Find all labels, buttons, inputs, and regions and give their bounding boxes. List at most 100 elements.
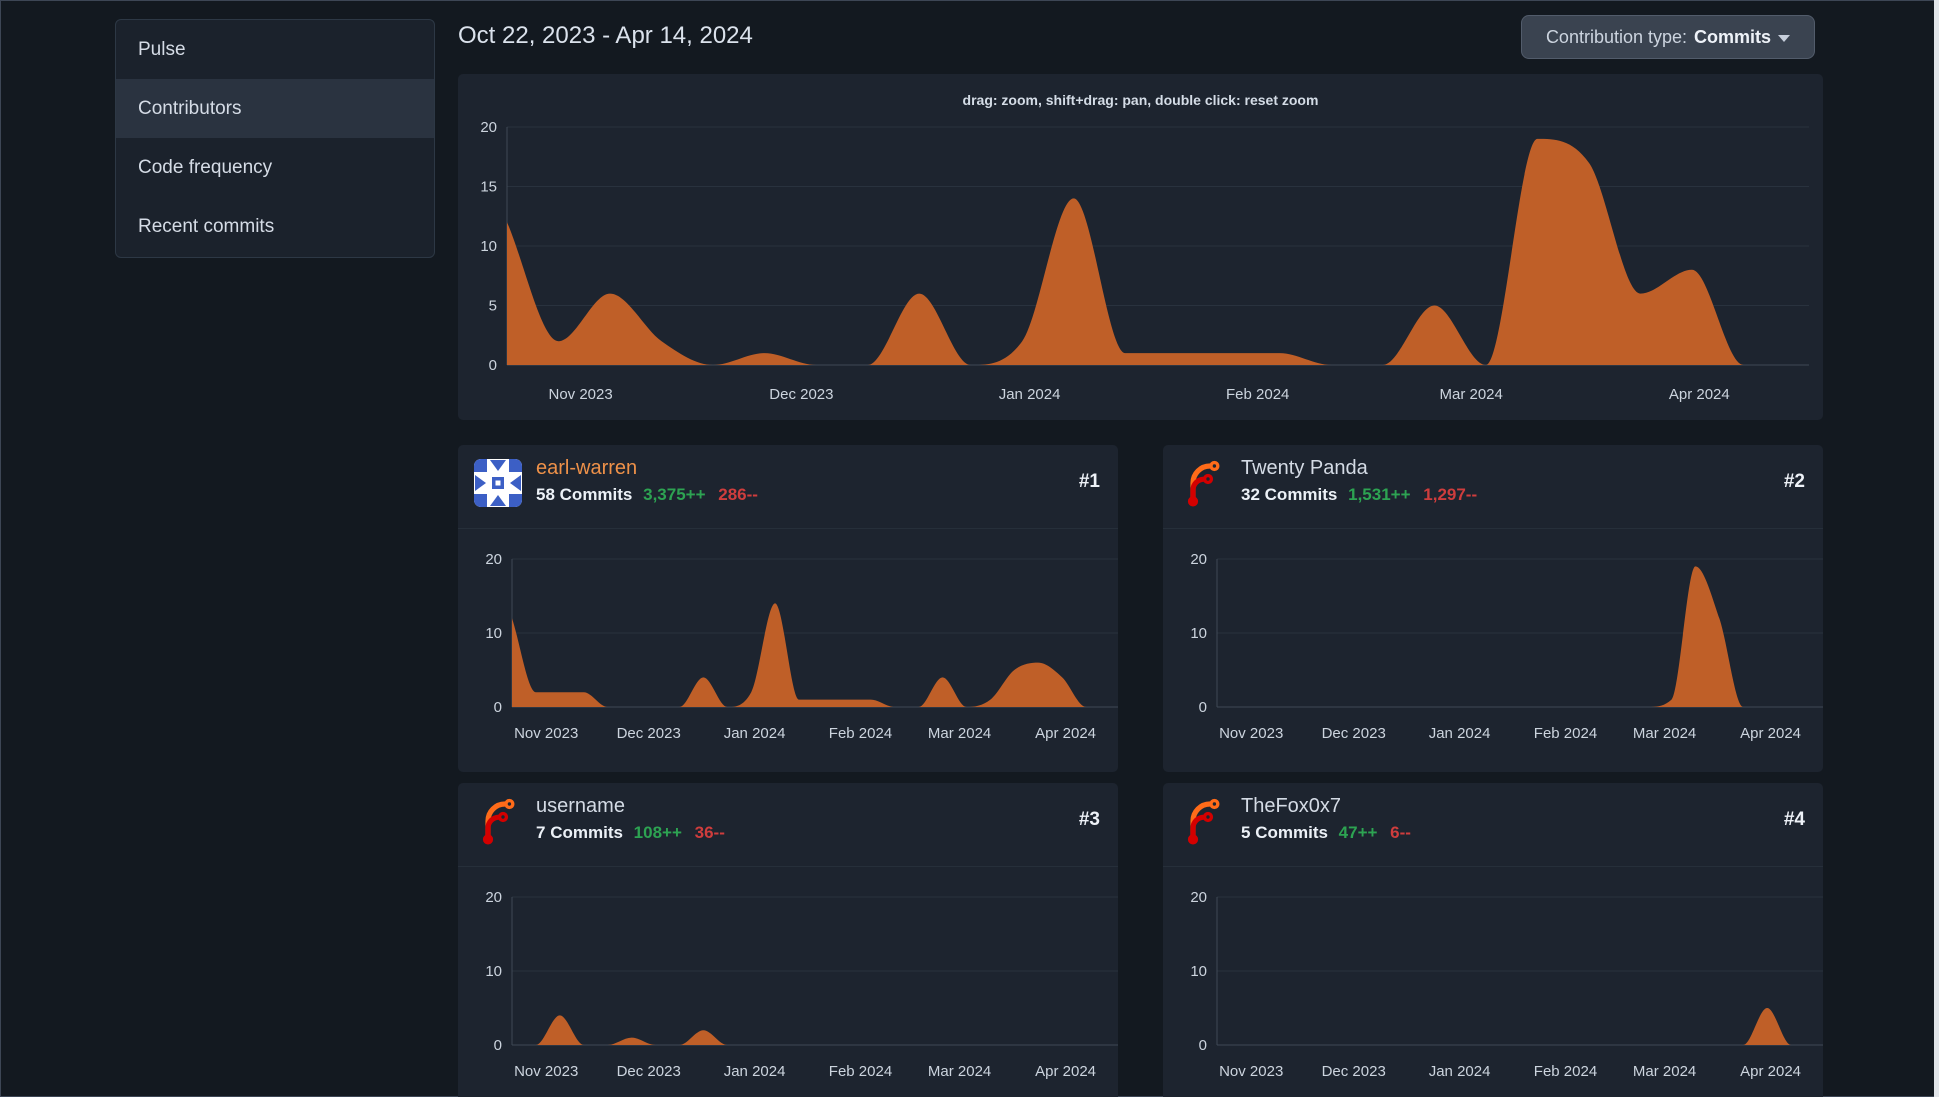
contributor-name[interactable]: earl-warren bbox=[536, 457, 637, 480]
svg-text:Dec 2023: Dec 2023 bbox=[617, 1063, 681, 1080]
repo-activity-sidebar: Pulse Contributors Code frequency Recent… bbox=[115, 19, 435, 258]
forgejo-logo-avatar bbox=[1187, 460, 1220, 507]
svg-text:Nov 2023: Nov 2023 bbox=[548, 386, 612, 403]
additions: 47++ bbox=[1338, 823, 1378, 842]
contribution-type-dropdown[interactable]: Contribution type: Commits bbox=[1521, 15, 1815, 59]
svg-text:Dec 2023: Dec 2023 bbox=[1322, 725, 1386, 742]
svg-text:Mar 2024: Mar 2024 bbox=[1633, 725, 1696, 742]
svg-text:5: 5 bbox=[489, 298, 497, 315]
deletions: 286-- bbox=[718, 485, 758, 504]
contributor-card-header: Twenty Panda 32 Commits 1,531++ 1,297-- … bbox=[1163, 445, 1823, 529]
contributor-rank: #4 bbox=[1783, 809, 1805, 830]
svg-text:Nov 2023: Nov 2023 bbox=[1219, 1063, 1283, 1080]
svg-text:Jan 2024: Jan 2024 bbox=[724, 1063, 786, 1080]
commit-count: 7 bbox=[536, 823, 546, 842]
svg-text:0: 0 bbox=[494, 1037, 502, 1054]
svg-text:20: 20 bbox=[485, 889, 502, 906]
svg-text:Dec 2023: Dec 2023 bbox=[769, 386, 833, 403]
svg-text:Nov 2023: Nov 2023 bbox=[514, 1063, 578, 1080]
contributor-name[interactable]: TheFox0x7 bbox=[1241, 795, 1341, 818]
contributor-chart-2[interactable]: 0 10 20 Nov 2023 Dec 2023 Jan 2024 Feb 2024 Mar… bbox=[1163, 541, 1823, 772]
svg-text:Feb 2024: Feb 2024 bbox=[829, 725, 892, 742]
svg-text:Dec 2023: Dec 2023 bbox=[617, 725, 681, 742]
contributor-name[interactable]: Twenty Panda bbox=[1241, 457, 1368, 480]
svg-text:Apr 2024: Apr 2024 bbox=[1740, 1063, 1801, 1080]
forgejo-logo-avatar bbox=[1187, 798, 1220, 845]
sidebar-item-code-frequency[interactable]: Code frequency bbox=[116, 138, 434, 197]
contributors-page: { "sidebar": { "items": [ { "label": "Pu… bbox=[0, 0, 1939, 1097]
contributor-card-4: TheFox0x7 5 Commits 47++ 6-- #4 0 10 20 Nov… bbox=[1163, 783, 1823, 1097]
commits-word: Commits bbox=[559, 485, 633, 504]
additions: 3,375++ bbox=[643, 485, 706, 504]
contributor-stats: 32 Commits 1,531++ 1,297-- bbox=[1241, 485, 1477, 505]
avatar bbox=[474, 459, 522, 507]
svg-text:0: 0 bbox=[489, 357, 497, 374]
commit-count: 32 bbox=[1241, 485, 1260, 504]
contributor-card-header: earl-warren 58 Commits 3,375++ 286-- #1 bbox=[458, 445, 1118, 529]
svg-text:Feb 2024: Feb 2024 bbox=[829, 1063, 892, 1080]
deletions: 6-- bbox=[1390, 823, 1411, 842]
deletions: 1,297-- bbox=[1423, 485, 1478, 504]
contribution-type-value: Commits bbox=[1694, 26, 1772, 47]
contributor-chart-3[interactable]: 0 10 20 Nov 2023 Dec 2023 Jan 2024 Feb 2024 Mar… bbox=[458, 879, 1118, 1097]
forgejo-logo-avatar bbox=[482, 798, 515, 845]
svg-text:0: 0 bbox=[1199, 1037, 1207, 1054]
commits-word: Commits bbox=[1255, 823, 1328, 842]
svg-text:15: 15 bbox=[480, 179, 497, 196]
svg-text:Jan 2024: Jan 2024 bbox=[724, 725, 786, 742]
contributor-card-header: TheFox0x7 5 Commits 47++ 6-- #4 bbox=[1163, 783, 1823, 867]
svg-text:Dec 2023: Dec 2023 bbox=[1322, 1063, 1386, 1080]
svg-text:20: 20 bbox=[485, 551, 502, 568]
sidebar-item-pulse[interactable]: Pulse bbox=[116, 20, 434, 79]
svg-text:Apr 2024: Apr 2024 bbox=[1035, 725, 1096, 742]
contributor-card-3: username 7 Commits 108++ 36-- #3 0 10 20 No… bbox=[458, 783, 1118, 1097]
svg-text:Mar 2024: Mar 2024 bbox=[928, 725, 991, 742]
svg-text:0: 0 bbox=[494, 699, 502, 716]
commits-word: Commits bbox=[1264, 485, 1338, 504]
sidebar-item-recent-commits[interactable]: Recent commits bbox=[116, 197, 434, 256]
contributor-name[interactable]: username bbox=[536, 795, 625, 818]
svg-text:10: 10 bbox=[485, 625, 502, 642]
page-scrollbar[interactable] bbox=[1934, 0, 1939, 1097]
svg-text:Jan 2024: Jan 2024 bbox=[1429, 725, 1491, 742]
commits-word: Commits bbox=[550, 823, 623, 842]
svg-text:Apr 2024: Apr 2024 bbox=[1669, 386, 1730, 403]
svg-text:Nov 2023: Nov 2023 bbox=[1219, 725, 1283, 742]
commit-count: 5 bbox=[1241, 823, 1251, 842]
svg-text:Mar 2024: Mar 2024 bbox=[928, 1063, 991, 1080]
svg-text:10: 10 bbox=[1190, 625, 1207, 642]
contributor-card-2: Twenty Panda 32 Commits 1,531++ 1,297-- … bbox=[1163, 445, 1823, 772]
sidebar-item-contributors[interactable]: Contributors bbox=[116, 79, 434, 138]
svg-text:10: 10 bbox=[480, 238, 497, 255]
additions: 108++ bbox=[633, 823, 682, 842]
svg-text:Jan 2024: Jan 2024 bbox=[1429, 1063, 1491, 1080]
overall-contributions-panel: drag: zoom, shift+drag: pan, double clic… bbox=[458, 74, 1823, 420]
page-title: Oct 22, 2023 - Apr 14, 2024 bbox=[458, 22, 753, 49]
svg-text:Feb 2024: Feb 2024 bbox=[1534, 725, 1597, 742]
deletions: 36-- bbox=[694, 823, 725, 842]
svg-text:Feb 2024: Feb 2024 bbox=[1534, 1063, 1597, 1080]
svg-text:Feb 2024: Feb 2024 bbox=[1226, 386, 1289, 403]
svg-text:Apr 2024: Apr 2024 bbox=[1035, 1063, 1096, 1080]
contributor-rank: #2 bbox=[1783, 471, 1805, 492]
chevron-down-icon bbox=[1778, 35, 1791, 42]
additions: 1,531++ bbox=[1348, 485, 1411, 504]
commit-count: 58 bbox=[536, 485, 555, 504]
main-contribution-chart[interactable]: 0 5 10 15 20 Nov 2023 Dec 2023 Jan 2024 Feb 2024… bbox=[458, 74, 1823, 420]
contributor-rank: #3 bbox=[1078, 809, 1100, 830]
svg-text:Apr 2024: Apr 2024 bbox=[1740, 725, 1801, 742]
contributor-stats: 58 Commits 3,375++ 286-- bbox=[536, 485, 758, 505]
svg-text:Mar 2024: Mar 2024 bbox=[1633, 1063, 1696, 1080]
contributor-chart-1[interactable]: 0 10 20 Nov 2023 Dec 2023 Jan 2024 Feb 2024 Mar… bbox=[458, 541, 1118, 772]
contributor-chart-4[interactable]: 0 10 20 Nov 2023 Dec 2023 Jan 2024 Feb 2024 Mar… bbox=[1163, 879, 1823, 1097]
contributor-rank: #1 bbox=[1078, 471, 1100, 492]
contributor-stats: 7 Commits 108++ 36-- bbox=[536, 823, 725, 843]
svg-text:10: 10 bbox=[485, 963, 502, 980]
contributor-stats: 5 Commits 47++ 6-- bbox=[1241, 823, 1411, 843]
contributor-card-header: username 7 Commits 108++ 36-- #3 bbox=[458, 783, 1118, 867]
svg-text:Jan 2024: Jan 2024 bbox=[999, 386, 1061, 403]
svg-text:20: 20 bbox=[480, 119, 497, 136]
svg-text:20: 20 bbox=[1190, 551, 1207, 568]
svg-text:20: 20 bbox=[1190, 889, 1207, 906]
contributor-card-1: earl-warren 58 Commits 3,375++ 286-- #1 … bbox=[458, 445, 1118, 772]
